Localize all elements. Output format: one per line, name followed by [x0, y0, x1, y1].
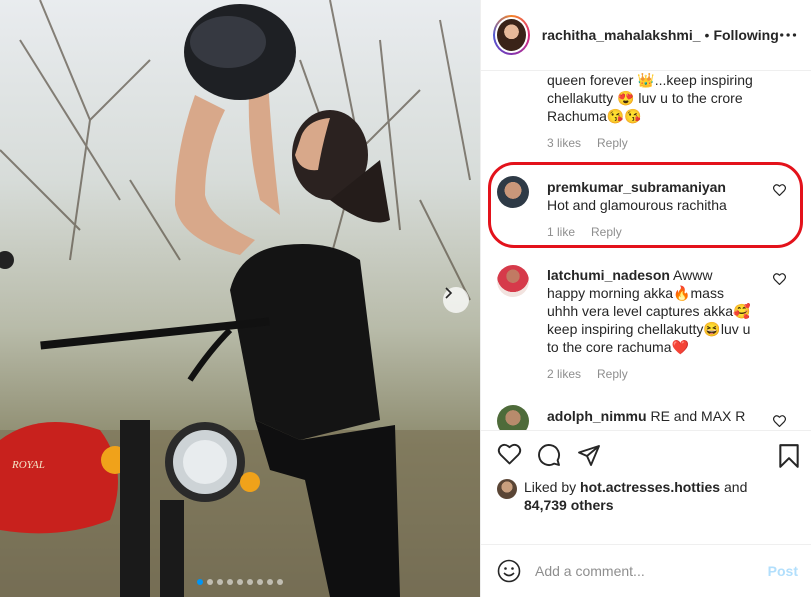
svg-text:ROYAL: ROYAL: [11, 459, 45, 471]
comment-item: latchumi_nadeson Awww happy morning akka…: [547, 266, 752, 381]
liked-by-and: and: [724, 479, 748, 495]
carousel-dot: [237, 579, 243, 585]
comment-username[interactable]: adolph_nimmu: [547, 408, 647, 424]
following-button[interactable]: Following: [713, 27, 778, 43]
like-heart-icon[interactable]: [497, 443, 522, 465]
commenter-avatar[interactable]: [497, 176, 529, 208]
comment-icon[interactable]: [537, 443, 561, 467]
comment-meta: 2 likes Reply: [547, 367, 752, 381]
liked-by-prefix: Liked by: [524, 479, 577, 495]
separator-dot: •: [704, 27, 710, 43]
add-comment-bar: Post: [481, 544, 811, 597]
comment-meta: 3 likes Reply: [547, 136, 787, 150]
commenter-avatar[interactable]: [497, 405, 529, 430]
post-photo[interactable]: ROYAL: [0, 0, 480, 597]
photo-illustration: ROYAL: [0, 0, 480, 597]
comment-like-heart-icon[interactable]: [773, 415, 786, 427]
commenter-avatar[interactable]: [497, 265, 529, 297]
carousel-dot: [267, 579, 273, 585]
post-side-panel: rachitha_mahalakshmi_ • Following queen …: [480, 0, 811, 597]
comment-username[interactable]: premkumar_subramaniyan: [547, 179, 726, 195]
comment-likes[interactable]: 3 likes: [547, 136, 581, 150]
carousel-dot: [247, 579, 253, 585]
more-options-icon[interactable]: [779, 32, 797, 38]
carousel-dot: [227, 579, 233, 585]
author-username[interactable]: rachitha_mahalakshmi_: [542, 27, 701, 43]
reply-button[interactable]: Reply: [591, 225, 622, 239]
carousel-dot: [217, 579, 223, 585]
post-header: rachitha_mahalakshmi_ • Following: [481, 0, 811, 71]
carousel-dot: [197, 579, 203, 585]
comment-item: queen forever 👑...keep inspiring chellak…: [547, 72, 787, 150]
carousel-dot: [257, 579, 263, 585]
comment-username[interactable]: latchumi_nadeson: [547, 267, 670, 283]
comment-item: premkumar_subramaniyan Hot and glamourou…: [547, 178, 747, 239]
comment-like-heart-icon[interactable]: [773, 273, 786, 285]
liked-by-username[interactable]: hot.actresses.hotties: [580, 479, 720, 495]
comment-text: RE and MAX R: [650, 408, 746, 424]
likes-summary: Liked by hot.actresses.hotties and 84,73…: [497, 478, 784, 514]
post-actions: Liked by hot.actresses.hotties and 84,73…: [481, 430, 811, 544]
post-comment-button[interactable]: Post: [768, 563, 798, 579]
comment-item: adolph_nimmu RE and MAX R: [547, 407, 752, 425]
likes-count[interactable]: 84,739 others: [524, 497, 614, 513]
share-paper-plane-icon[interactable]: [577, 443, 601, 467]
comment-likes[interactable]: 2 likes: [547, 367, 581, 381]
reply-button[interactable]: Reply: [597, 136, 628, 150]
comment-like-heart-icon[interactable]: [773, 184, 786, 196]
comment-meta: 1 like Reply: [547, 225, 747, 239]
author-avatar[interactable]: [493, 15, 530, 55]
comments-list[interactable]: queen forever 👑...keep inspiring chellak…: [481, 72, 811, 430]
comment-text: Hot and glamourous rachitha: [547, 197, 727, 213]
comment-likes[interactable]: 1 like: [547, 225, 575, 239]
chevron-right-icon: [445, 287, 453, 299]
reply-button[interactable]: Reply: [597, 367, 628, 381]
save-bookmark-icon[interactable]: [778, 443, 800, 469]
liker-avatar[interactable]: [497, 479, 517, 499]
carousel-next-button[interactable]: [443, 287, 469, 313]
add-comment-input[interactable]: [535, 563, 755, 579]
carousel-dot: [207, 579, 213, 585]
carousel-dots: [0, 579, 480, 585]
carousel-dot: [277, 579, 283, 585]
emoji-smiley-icon[interactable]: [497, 559, 521, 583]
comment-text: queen forever 👑...keep inspiring chellak…: [547, 72, 753, 124]
